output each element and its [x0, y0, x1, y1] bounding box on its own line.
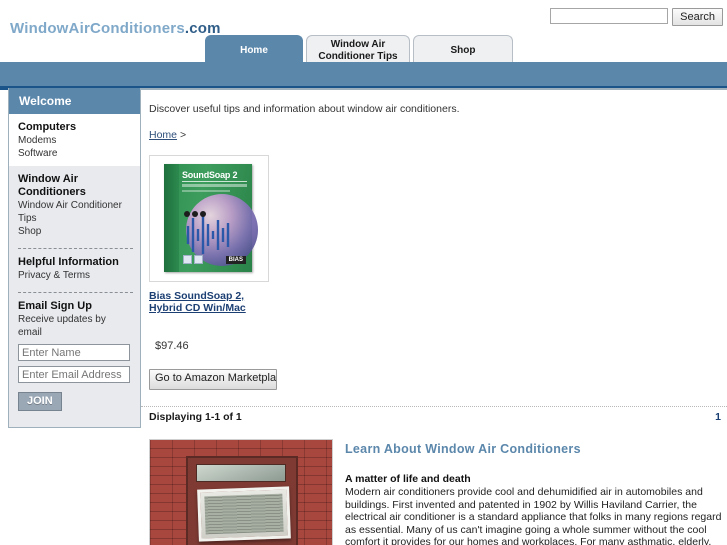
sidebar-section-computers: Computers Modems Software	[9, 114, 140, 166]
article-body: Learn About Window Air Conditioners A ma…	[333, 439, 727, 545]
signup-email-input[interactable]	[18, 366, 130, 383]
intro-text: Discover useful tips and information abo…	[149, 103, 460, 115]
site-header: WindowAirConditioners.com Search Home Wi…	[0, 0, 727, 64]
brand-badge: BIAS	[225, 256, 246, 264]
sidebar-section-title: Window Air Conditioners	[18, 173, 86, 198]
results-summary-bar: Displaying 1-1 of 1 1	[141, 406, 727, 427]
ac-grille	[204, 493, 284, 535]
sidebar-heading: Welcome	[9, 88, 140, 114]
sidebar-section-title: Computers	[18, 121, 77, 133]
breadcrumb-separator: >	[179, 129, 187, 141]
sidebar-item-modems[interactable]: Modems	[18, 134, 132, 147]
email-signup-title: Email Sign Up	[18, 300, 92, 312]
page-root: WindowAirConditioners.com Search Home Wi…	[0, 0, 727, 545]
header-blue-band	[0, 62, 727, 86]
sidebar: Welcome Computers Modems Software Window…	[8, 88, 141, 428]
breadcrumb-home-link[interactable]: Home	[149, 129, 177, 141]
sidebar-item-window-air-conditioner-tips[interactable]: Window Air Conditioner Tips	[18, 199, 132, 225]
search-input[interactable]	[550, 8, 669, 24]
sidebar-section-helpful-information: Helpful Information Privacy & Terms	[9, 249, 140, 288]
ac-unit	[197, 486, 291, 542]
software-box-title: SoundSoap 2	[182, 170, 238, 180]
sidebar-section-window-air-conditioners: Window Air Conditioners Window Air Condi…	[9, 166, 140, 244]
signup-name-input[interactable]	[18, 344, 130, 361]
product-listing: SoundSoap 2 BIAS Bias SoundSoap 2, Hybri…	[141, 155, 449, 390]
sidebar-section-title: Helpful Information	[18, 256, 119, 268]
product-image[interactable]: SoundSoap 2 BIAS	[149, 155, 269, 282]
article-subheading: A matter of life and death	[345, 473, 471, 485]
tab-home[interactable]: Home	[205, 35, 303, 64]
primary-nav-tabs: Home Window Air Conditioner Tips Shop	[205, 35, 513, 64]
article-heading: Learn About Window Air Conditioners	[345, 442, 581, 456]
control-dots-icon	[184, 208, 210, 217]
site-logo[interactable]: WindowAirConditioners.com	[10, 20, 221, 37]
sidebar-item-privacy-and-terms[interactable]: Privacy & Terms	[18, 269, 132, 282]
software-box-rule	[182, 181, 247, 182]
tab-shop[interactable]: Shop	[413, 35, 513, 64]
sidebar-email-signup: Email Sign Up Receive updates by email J…	[9, 293, 140, 417]
software-box-subtext	[182, 184, 247, 187]
product-title-link[interactable]: Bias SoundSoap 2, Hybrid CD Win/Mac	[149, 290, 274, 314]
results-count-label: Displaying 1-1 of 1	[149, 411, 242, 423]
software-box-art: SoundSoap 2 BIAS	[164, 164, 258, 272]
waveform-icon	[186, 216, 230, 254]
article-section: Learn About Window Air Conditioners A ma…	[141, 439, 727, 545]
platform-icons	[183, 255, 205, 267]
search-area: Search	[550, 8, 723, 26]
article-paragraph-1: Modern air conditioners provide cool and…	[345, 486, 722, 545]
window-upper-pane	[196, 464, 286, 482]
go-to-amazon-marketplace-button[interactable]: Go to Amazon Marketpla	[149, 369, 277, 390]
logo-main-text: WindowAirConditioners	[10, 20, 185, 37]
sidebar-item-software[interactable]: Software	[18, 147, 132, 160]
tab-window-air-conditioner-tips[interactable]: Window Air Conditioner Tips	[306, 35, 410, 64]
search-button[interactable]: Search	[672, 8, 723, 26]
window-air-conditioner-photo	[149, 439, 333, 545]
product-price: $97.46	[155, 340, 189, 352]
sidebar-item-shop[interactable]: Shop	[18, 225, 132, 238]
software-box-subtext2	[182, 190, 230, 192]
main-content: Discover useful tips and information abo…	[141, 88, 727, 545]
software-box-spine	[164, 164, 179, 272]
page-number[interactable]: 1	[715, 411, 721, 423]
breadcrumb: Home >	[141, 129, 727, 141]
email-signup-subtitle: Receive updates by email	[18, 314, 106, 338]
join-button[interactable]: JOIN	[18, 392, 62, 411]
